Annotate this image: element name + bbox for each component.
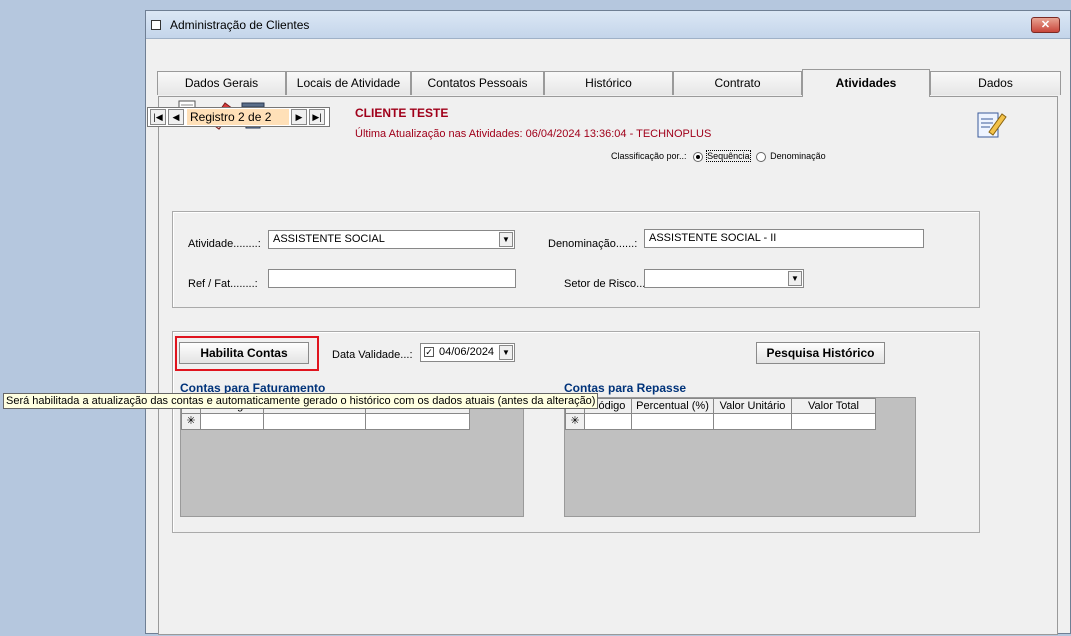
table-row[interactable]: ✳ [565, 414, 876, 430]
main-window: Administração de Clientes ✕ Dados Gerais… [145, 10, 1071, 635]
edit-notes-icon[interactable] [975, 108, 1007, 142]
column-header[interactable]: Valor Unitário [714, 398, 792, 414]
data-validade-picker[interactable]: ✓ 04/06/2024 ▼ [420, 343, 515, 362]
setor-risco-label: Setor de Risco...: [564, 278, 649, 290]
new-row-marker: ✳ [181, 414, 201, 430]
table-cell[interactable] [792, 414, 876, 430]
table-row[interactable]: ✳ [181, 414, 470, 430]
tab-contatos-pessoais[interactable]: Contatos Pessoais [411, 71, 544, 95]
record-navigator: |◀ ◀ Registro 2 de 2 ▶ ▶| [147, 107, 330, 127]
classification-selector: Classificação por..: Sequência Denominaç… [611, 150, 826, 162]
last-record-button[interactable]: ▶| [309, 109, 325, 125]
column-header[interactable]: Percentual (%) [632, 398, 714, 414]
radio-sequencia-label: Sequência [706, 150, 751, 162]
previous-record-button[interactable]: ◀ [168, 109, 184, 125]
title-bar: Administração de Clientes ✕ [146, 11, 1070, 39]
table-cell[interactable] [201, 414, 264, 430]
last-update-text: Última Atualização nas Atividades: 06/04… [355, 128, 712, 140]
chevron-down-icon[interactable]: ▼ [499, 232, 513, 247]
chevron-down-icon[interactable]: ▼ [499, 345, 513, 360]
tab-contrato[interactable]: Contrato [673, 71, 802, 95]
activity-group [172, 211, 980, 308]
column-header[interactable]: Valor Total [792, 398, 876, 414]
new-row-marker: ✳ [565, 414, 585, 430]
close-button[interactable]: ✕ [1031, 17, 1060, 33]
app-icon [151, 20, 161, 30]
tab-historico[interactable]: Histórico [544, 71, 673, 95]
tab-atividades[interactable]: Atividades [802, 69, 930, 97]
atividade-value: ASSISTENTE SOCIAL [273, 233, 385, 245]
repasse-grid[interactable]: Código Percentual (%) Valor Unitário Val… [564, 397, 916, 517]
pesquisa-historico-button[interactable]: Pesquisa Histórico [756, 342, 885, 364]
data-validade-label: Data Validade...: [332, 349, 413, 361]
denominacao-input[interactable]: ASSISTENTE SOCIAL - II [644, 229, 924, 248]
data-validade-checkbox[interactable]: ✓ [424, 347, 434, 357]
habilita-contas-tooltip: Será habilitada a atualização das contas… [3, 393, 599, 409]
table-cell[interactable] [714, 414, 792, 430]
setor-risco-select[interactable]: ▼ [644, 269, 804, 288]
denominacao-label: Denominação......: [548, 238, 638, 250]
record-position-text: Registro 2 de 2 [187, 109, 289, 125]
table-cell[interactable] [264, 414, 366, 430]
highlight-box [175, 336, 319, 371]
faturamento-grid[interactable]: Código Valor Unitário Valor Total ✳ [180, 397, 524, 517]
ref-fat-input[interactable] [268, 269, 516, 288]
next-record-button[interactable]: ▶ [291, 109, 307, 125]
client-name: CLIENTE TESTE [355, 106, 449, 120]
atividade-select[interactable]: ASSISTENTE SOCIAL ▼ [268, 230, 515, 249]
first-record-button[interactable]: |◀ [150, 109, 166, 125]
radio-denominacao[interactable] [756, 151, 767, 162]
tab-locais-de-atividade[interactable]: Locais de Atividade [286, 71, 411, 95]
ref-fat-label: Ref / Fat........: [188, 278, 258, 290]
window-title: Administração de Clientes [170, 18, 310, 32]
table-cell[interactable] [366, 414, 470, 430]
tab-dados-complementares[interactable]: Dados Complementares [930, 71, 1061, 112]
radio-denominacao-label: Denominação [770, 151, 826, 161]
table-cell[interactable] [632, 414, 714, 430]
repasse-header-row: Código Percentual (%) Valor Unitário Val… [565, 398, 876, 414]
data-validade-value: 04/06/2024 [439, 346, 495, 358]
tab-dados-gerais[interactable]: Dados Gerais [157, 71, 286, 95]
classification-label: Classificação por..: [611, 151, 687, 161]
radio-sequencia[interactable] [693, 151, 704, 162]
chevron-down-icon[interactable]: ▼ [788, 271, 802, 286]
atividade-label: Atividade........: [188, 238, 261, 250]
table-cell[interactable] [585, 414, 632, 430]
